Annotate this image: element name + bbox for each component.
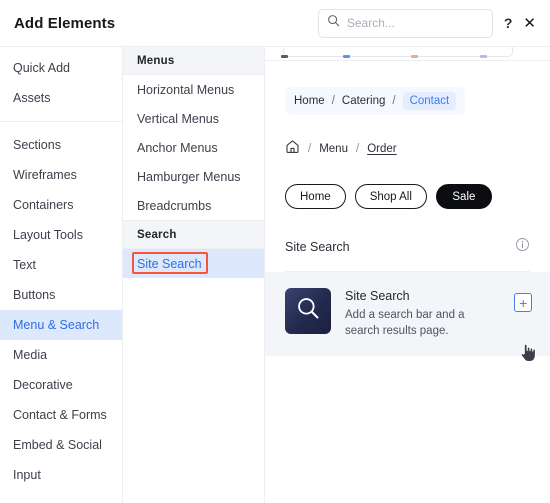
subcategory-group-header-search: Search	[123, 221, 264, 249]
breadcrumb-item-home[interactable]: Home	[294, 95, 325, 107]
clipped-dot	[281, 55, 288, 58]
search-placeholder-text: Search...	[346, 16, 395, 30]
element-card-text: Site Search Add a search bar and a searc…	[345, 288, 500, 340]
subcategory-item-breadcrumbs[interactable]: Breadcrumbs	[123, 191, 264, 220]
subcategory-item-hamburger-menus[interactable]: Hamburger Menus	[123, 162, 264, 191]
preview-button-shop-all[interactable]: Shop All	[354, 184, 427, 209]
sidebar-item-decorative[interactable]: Decorative	[0, 370, 122, 400]
dialog-body: Quick Add Assets Sections Wireframes Con…	[0, 46, 550, 503]
sidebar-item-label: Wireframes	[13, 168, 77, 182]
preview-button-home[interactable]: Home	[285, 184, 346, 209]
sidebar-item-label: Buttons	[13, 288, 56, 302]
section-title: Site Search	[285, 240, 350, 254]
breadcrumb-item-catering[interactable]: Catering	[342, 95, 385, 107]
search-icon	[327, 14, 340, 32]
sidebar-item-layout-tools[interactable]: Layout Tools	[0, 220, 122, 250]
sidebar-item-contact-and-forms[interactable]: Contact & Forms	[0, 400, 122, 430]
element-card-site-search[interactable]: Site Search Add a search bar and a searc…	[265, 272, 550, 356]
sidebar-item-wireframes[interactable]: Wireframes	[0, 160, 122, 190]
subcategory-item-site-search[interactable]: Site Search	[123, 249, 264, 278]
subcategory-item-horizontal-menus[interactable]: Horizontal Menus	[123, 75, 264, 104]
subcategory-item-label: Hamburger Menus	[137, 169, 241, 184]
dialog-header: Add Elements Search... ? ✕	[0, 0, 550, 46]
sidebar-item-label: Menu & Search	[13, 318, 100, 332]
element-card-description: Add a search bar and a search results pa…	[345, 309, 465, 338]
breadcrumb-item-contact[interactable]: Contact	[402, 92, 457, 110]
breadcrumb-simple: / Menu / Order	[285, 139, 530, 159]
subcategory-item-label: Breadcrumbs	[137, 198, 212, 213]
clipped-dots-row	[265, 55, 550, 59]
add-element-button[interactable]: +	[514, 293, 532, 312]
header-actions: Search... ? ✕	[317, 8, 536, 38]
sidebar-item-label: Text	[13, 258, 36, 272]
sidebar-item-media[interactable]: Media	[0, 340, 122, 370]
sidebar-item-label: Layout Tools	[13, 228, 83, 242]
sidebar-item-assets[interactable]: Assets	[0, 83, 122, 113]
preview-button-sale[interactable]: Sale	[435, 184, 492, 209]
site-search-thumbnail	[285, 288, 331, 334]
sidebar-item-label: Input	[13, 468, 41, 482]
breadcrumb-separator: /	[392, 95, 396, 107]
info-icon[interactable]	[515, 237, 530, 257]
preview-content: Home / Catering / Contact / Menu / Order	[265, 61, 550, 356]
breadcrumb-pill: Home / Catering / Contact	[285, 87, 466, 115]
subcategory-group-header-menus: Menus	[123, 47, 264, 75]
subcategory-list: Menus Horizontal Menus Vertical Menus An…	[123, 47, 265, 503]
sidebar-item-label: Contact & Forms	[13, 408, 107, 422]
sidebar-item-containers[interactable]: Containers	[0, 190, 122, 220]
sidebar-item-label: Embed & Social	[13, 438, 102, 452]
sidebar-item-menu-and-search[interactable]: Menu & Search	[0, 310, 122, 340]
sidebar-item-embed-and-social[interactable]: Embed & Social	[0, 430, 122, 460]
help-icon[interactable]: ?	[504, 16, 513, 30]
category-sidebar: Quick Add Assets Sections Wireframes Con…	[0, 47, 123, 503]
sidebar-item-label: Containers	[13, 198, 74, 212]
clipped-dot	[343, 55, 350, 58]
sidebar-item-input[interactable]: Input	[0, 460, 122, 490]
preview-panel: Home / Catering / Contact / Menu / Order	[265, 47, 550, 503]
sidebar-item-quick-add[interactable]: Quick Add	[0, 53, 122, 83]
close-icon[interactable]: ✕	[523, 16, 536, 31]
breadcrumb-separator: /	[308, 143, 312, 155]
subcategory-item-label: Anchor Menus	[137, 140, 218, 155]
section-header-site-search: Site Search	[285, 237, 530, 272]
sidebar-item-text[interactable]: Text	[0, 250, 122, 280]
subcategory-item-label: Vertical Menus	[137, 111, 219, 126]
breadcrumb-item-menu[interactable]: Menu	[319, 143, 348, 155]
subcategory-item-vertical-menus[interactable]: Vertical Menus	[123, 104, 264, 133]
subcategory-item-label: Horizontal Menus	[137, 82, 235, 97]
magnifier-icon	[295, 295, 322, 327]
breadcrumb-separator: /	[331, 95, 335, 107]
sidebar-item-label: Quick Add	[13, 61, 70, 75]
breadcrumb-separator: /	[355, 143, 360, 155]
sidebar-item-label: Sections	[13, 138, 61, 152]
sidebar-divider	[0, 121, 122, 122]
sidebar-item-label: Decorative	[13, 378, 73, 392]
breadcrumb-item-order[interactable]: Order	[367, 143, 396, 155]
preview-button-row: Home Shop All Sale	[285, 184, 530, 209]
element-card-title: Site Search	[345, 289, 410, 303]
sidebar-item-sections[interactable]: Sections	[0, 130, 122, 160]
sidebar-item-label: Assets	[13, 91, 51, 105]
subcategory-item-label: Site Search	[137, 256, 202, 271]
clipped-dot	[411, 55, 418, 58]
sidebar-item-label: Media	[13, 348, 48, 362]
clipped-dot	[480, 55, 487, 58]
subcategory-item-anchor-menus[interactable]: Anchor Menus	[123, 133, 264, 162]
search-input[interactable]: Search...	[317, 8, 493, 38]
page-title: Add Elements	[14, 14, 116, 32]
home-icon[interactable]	[285, 139, 300, 159]
clipped-preview-above	[265, 47, 550, 61]
sidebar-item-buttons[interactable]: Buttons	[0, 280, 122, 310]
